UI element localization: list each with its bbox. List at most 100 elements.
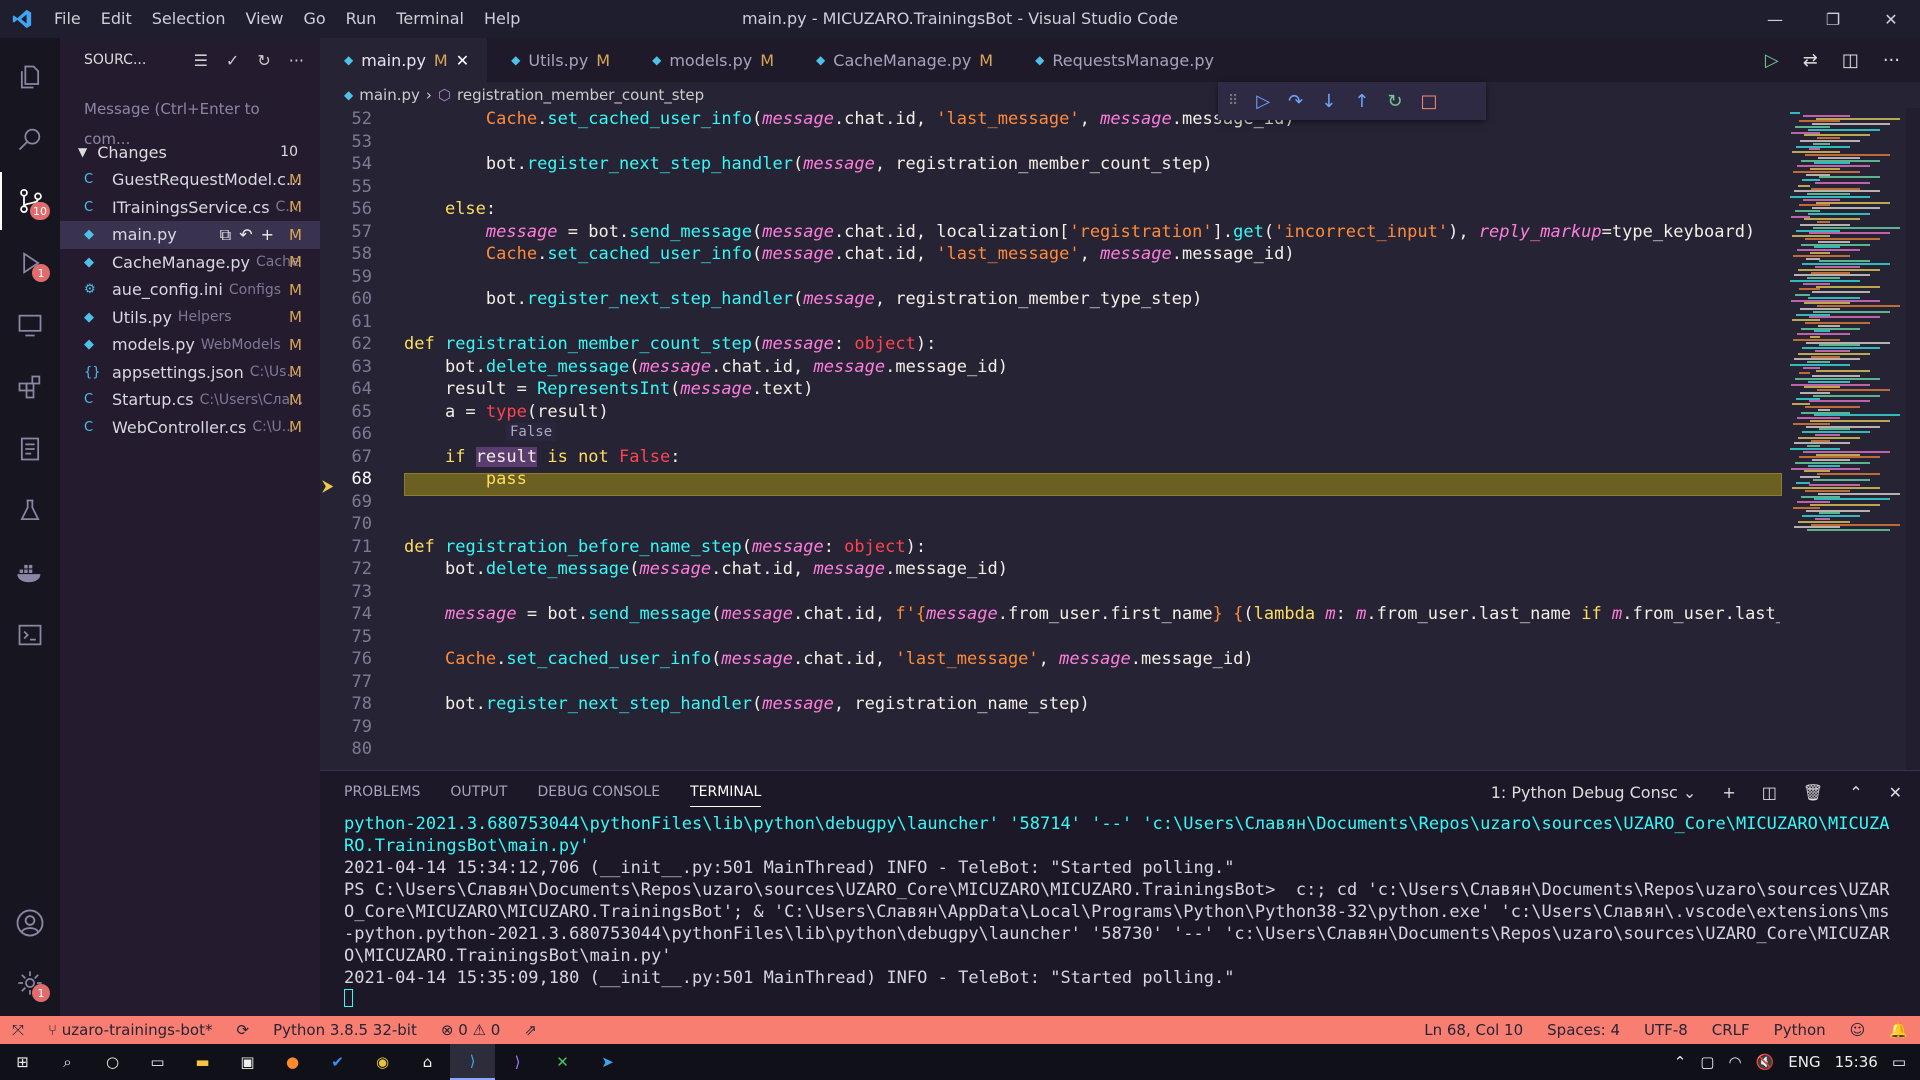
open-file-icon[interactable]: ⧉ [220,225,231,245]
panel-tab-output[interactable]: OUTPUT [450,784,507,800]
close-panel-icon[interactable]: ✕ [1889,783,1902,802]
panel-tab-debug-console[interactable]: DEBUG CONSOLE [537,784,660,800]
menu-item-view[interactable]: View [236,0,294,38]
tab-utils-py[interactable]: ◆ Utils.py M [487,38,628,82]
discard-changes-icon[interactable]: ↶ [239,225,252,245]
changed-file-item[interactable]: ◆ Utils.py Helpers M [60,304,320,332]
visual-studio-icon[interactable]: ⟩ [495,1044,540,1080]
more-actions-icon[interactable]: ··· [1883,50,1900,71]
view-as-list-icon[interactable]: ☰ [194,51,208,70]
source-control-icon[interactable]: 10 [0,172,60,230]
encoding[interactable]: UTF-8 [1632,1021,1700,1039]
terminal-icon[interactable] [0,606,60,664]
code-line[interactable]: 57 message = bot.send_message(message.ch… [320,221,1780,244]
sync-icon[interactable]: ⟳ [225,1021,262,1039]
step-out-icon[interactable]: ↑ [1354,91,1369,112]
menu-item-terminal[interactable]: Terminal [386,0,474,38]
panel-tab-terminal[interactable]: TERMINAL [690,784,762,807]
search-icon[interactable]: ⌕ [45,1044,90,1080]
telegram-icon[interactable]: ➤ [585,1044,630,1080]
action-center-icon[interactable]: ▭ [1892,1053,1906,1071]
todo-icon[interactable]: ✔ [315,1044,360,1080]
notifications-bell-icon[interactable]: 🔔 [1877,1021,1920,1039]
editor-scrollbar[interactable] [1906,108,1920,770]
remote-icon[interactable]: ⤧ [0,1021,36,1039]
kill-terminal-icon[interactable]: 🗑 [1803,783,1823,802]
live-share-icon[interactable]: ⇗ [512,1021,549,1039]
volume-muted-icon[interactable]: 🔇 [1756,1053,1775,1071]
code-line[interactable]: 67 if result is not False: [320,446,1780,469]
code-line[interactable]: 63 bot.delete_message(message.chat.id, m… [320,356,1780,379]
cursor-position[interactable]: Ln 68, Col 10 [1412,1021,1535,1039]
step-into-icon[interactable]: ↓ [1321,91,1336,112]
cortana-icon[interactable]: ○ [90,1044,135,1080]
changed-file-item[interactable]: ◆ CacheManage.py Cache M [60,249,320,277]
code-line[interactable]: 55 [320,176,1780,199]
code-line[interactable]: 78 bot.register_next_step_handler(messag… [320,693,1780,716]
run-debug-icon[interactable]: 1 [0,234,60,292]
task-view-icon[interactable]: ▭ [135,1044,180,1080]
changed-file-item[interactable]: ◆ models.py WebModels M [60,331,320,359]
code-line[interactable]: 58 Cache.set_cached_user_info(message.ch… [320,243,1780,266]
code-line[interactable]: 61 [320,311,1780,334]
explorer-icon[interactable] [0,48,60,106]
more-actions-icon[interactable]: ··· [289,51,304,70]
git-branch[interactable]: ⑂ uzaro-trainings-bot* [36,1021,224,1039]
code-line[interactable]: 59 [320,266,1780,289]
terminal-output[interactable]: python-2021.3.680753044\pythonFiles\lib\… [320,813,1920,1013]
code-line[interactable]: 71 def registration_before_name_step(mess… [320,536,1780,559]
code-line[interactable]: 70 [320,513,1780,536]
code-line[interactable]: 72 bot.delete_message(message.chat.id, m… [320,558,1780,581]
python-interpreter[interactable]: Python 3.8.5 32-bit [261,1021,429,1039]
code-line[interactable]: 80 [320,738,1780,761]
menu-item-file[interactable]: File [44,0,91,38]
close-tab-icon[interactable]: ✕ [456,51,469,70]
menu-item-edit[interactable]: Edit [91,0,142,38]
stop-icon[interactable]: □ [1420,91,1437,112]
vscode-taskbar-icon[interactable]: ⟩ [450,1044,495,1080]
docker-icon[interactable] [0,544,60,602]
terminal-select[interactable]: 1: Python Debug Consc ⌄ [1491,783,1697,802]
menu-item-go[interactable]: Go [293,0,335,38]
commit-message-input[interactable]: Message (Ctrl+Enter to com... [80,94,300,148]
minimap[interactable] [1782,108,1906,770]
split-terminal-icon[interactable]: ◫ [1762,783,1777,802]
search-icon[interactable] [0,110,60,168]
code-line[interactable]: 76 Cache.set_cached_user_info(message.ch… [320,648,1780,671]
clock[interactable]: 15:36 [1835,1053,1878,1071]
split-editor-icon[interactable]: ◫ [1842,50,1859,71]
menu-item-selection[interactable]: Selection [142,0,236,38]
code-line[interactable]: 77 [320,671,1780,694]
settings-gear-icon[interactable]: 1 [0,954,60,1012]
language-mode[interactable]: Python [1762,1021,1838,1039]
language-indicator[interactable]: ENG [1788,1053,1820,1071]
continue-icon[interactable]: ▷ [1256,91,1270,112]
changed-file-item[interactable]: ⚙ aue_config.ini Configs M [60,276,320,304]
close-icon[interactable]: ✕ [1862,0,1920,38]
network-app-icon[interactable]: ⌂ [405,1044,450,1080]
code-line[interactable]: 79 [320,716,1780,739]
wifi-icon[interactable]: ◠ [1728,1053,1741,1071]
testing-icon[interactable] [0,482,60,540]
changes-section-header[interactable]: ▼ Changes 10 [60,138,320,166]
code-line[interactable]: 73 [320,581,1780,604]
menu-item-help[interactable]: Help [474,0,530,38]
account-icon[interactable] [0,894,60,952]
changed-file-item[interactable]: {} appsettings.json C:\Us... M [60,359,320,387]
minimize-icon[interactable]: — [1746,0,1804,38]
tab-cachemanage-py[interactable]: ◆ CacheManage.py M [792,38,1011,82]
restore-icon[interactable]: ❐ [1804,0,1862,38]
code-line[interactable]: 60 bot.register_next_step_handler(messag… [320,288,1780,311]
changed-file-item[interactable]: ◆ main.py ⧉ ↶ + M [60,221,320,249]
tab-models-py[interactable]: ◆ models.py M [628,38,792,82]
run-python-file-icon[interactable]: ▷ [1765,50,1779,71]
code-line[interactable]: 56 else: [320,198,1780,221]
indentation[interactable]: Spaces: 4 [1535,1021,1632,1039]
firefox-icon[interactable]: ● [270,1044,315,1080]
excel-like-icon[interactable]: ✕ [540,1044,585,1080]
code-line[interactable]: 68 pass [320,468,1780,491]
tray-chevron-up-icon[interactable]: ⌃ [1674,1053,1687,1071]
code-line[interactable]: 74 message = bot.send_message(message.ch… [320,603,1780,626]
refresh-icon[interactable]: ↻ [257,51,270,70]
code-line[interactable]: 69 [320,491,1780,514]
